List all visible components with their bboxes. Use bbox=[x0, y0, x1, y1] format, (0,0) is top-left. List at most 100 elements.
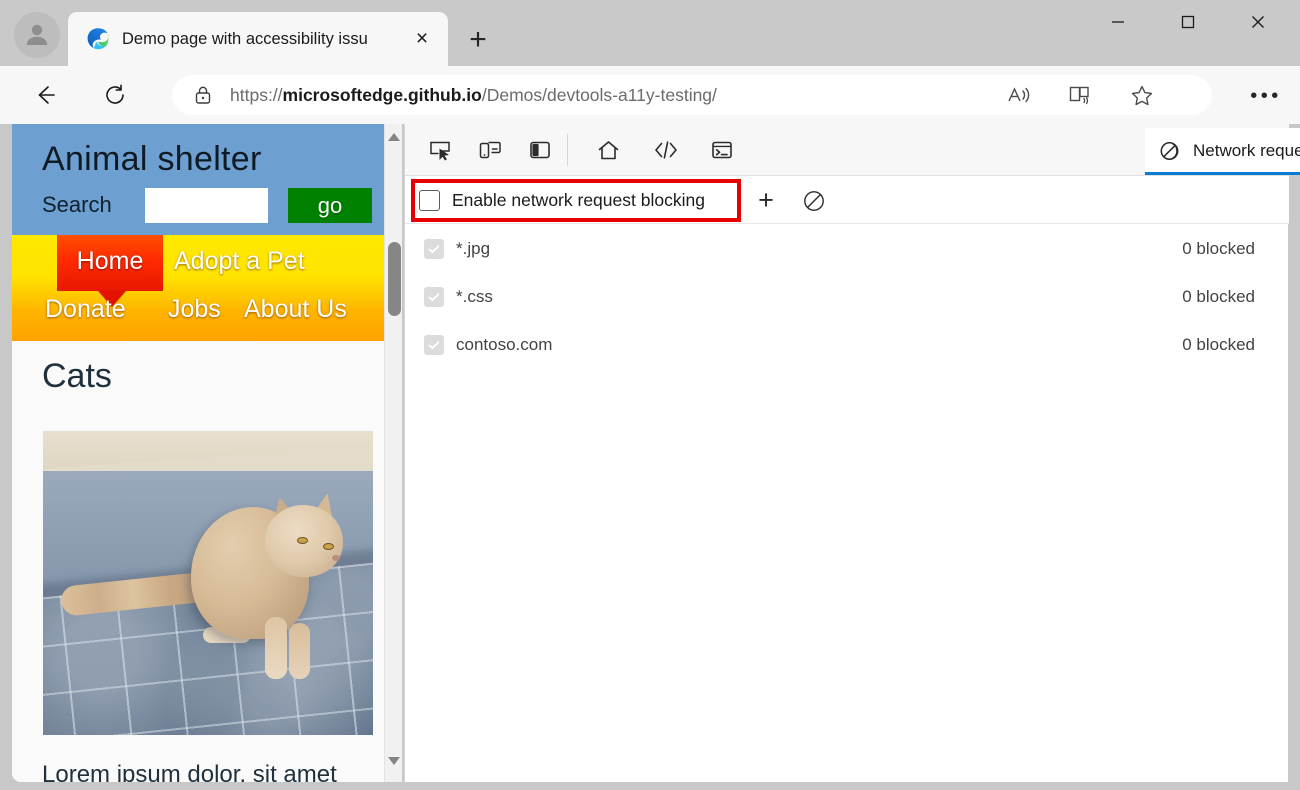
pattern-blocked-count: 0 blocked bbox=[1182, 239, 1255, 259]
cat-front-leg-right bbox=[289, 623, 310, 679]
close-icon bbox=[1249, 13, 1267, 31]
read-aloud-icon bbox=[1006, 84, 1032, 106]
immersive-reader-icon bbox=[1068, 84, 1094, 106]
nav-item-jobs[interactable]: Jobs bbox=[168, 295, 221, 324]
nav-item-home-label: Home bbox=[57, 247, 163, 276]
page-body-text: Lorem ipsum dolor, sit amet bbox=[42, 761, 337, 782]
pattern-enabled-checkbox[interactable] bbox=[424, 335, 444, 355]
pattern-blocked-count: 0 blocked bbox=[1182, 287, 1255, 307]
nav-item-about-us[interactable]: About Us bbox=[244, 295, 347, 324]
maximize-icon bbox=[1179, 13, 1197, 31]
devtools-panel: Network request blocking + ••• bbox=[404, 124, 1288, 782]
pattern-text: contoso.com bbox=[456, 335, 552, 355]
network-request-blocking-toolbar: Enable network request blocking + bbox=[405, 176, 1289, 224]
home-icon bbox=[596, 138, 621, 163]
web-page-content: Animal shelter Search go Home Adopt a Pe… bbox=[12, 124, 384, 782]
table-row[interactable]: *.css 0 blocked bbox=[405, 273, 1289, 321]
nav-item-donate[interactable]: Donate bbox=[45, 295, 126, 324]
tab-strip: Demo page with accessibility issu × + bbox=[0, 0, 1300, 66]
checkmark-icon bbox=[427, 338, 441, 352]
scroll-down-button[interactable] bbox=[385, 752, 402, 770]
back-button[interactable] bbox=[28, 77, 64, 113]
add-pattern-button[interactable]: + bbox=[751, 186, 781, 214]
scroll-down-arrow-icon bbox=[387, 756, 401, 766]
table-row[interactable]: *.jpg 0 blocked bbox=[405, 225, 1289, 273]
person-avatar-icon bbox=[22, 20, 52, 50]
cat-nose bbox=[332, 555, 340, 561]
search-go-button[interactable]: go bbox=[288, 188, 372, 223]
pattern-blocked-count: 0 blocked bbox=[1182, 335, 1255, 355]
read-aloud-button[interactable] bbox=[1001, 84, 1037, 106]
enable-network-request-blocking-row[interactable]: Enable network request blocking bbox=[419, 185, 705, 215]
devtools-tab-network-request-blocking[interactable]: Network request blocking bbox=[1145, 128, 1300, 175]
url-path: /Demos/devtools-a11y-testing/ bbox=[482, 85, 717, 105]
scrollbar-thumb[interactable] bbox=[388, 242, 401, 316]
site-title: Animal shelter bbox=[42, 140, 262, 179]
pattern-enabled-checkbox[interactable] bbox=[424, 239, 444, 259]
reload-icon bbox=[102, 82, 128, 108]
inspect-element-button[interactable] bbox=[423, 135, 457, 165]
page-heading-cats: Cats bbox=[42, 357, 112, 396]
browser-tab[interactable]: Demo page with accessibility issu × bbox=[68, 12, 448, 66]
window-maximize-button[interactable] bbox=[1162, 0, 1214, 44]
checkmark-icon bbox=[427, 242, 441, 256]
enable-network-request-blocking-checkbox[interactable] bbox=[419, 190, 440, 211]
minimize-icon bbox=[1109, 13, 1127, 31]
url-text: https://microsoftedge.github.io/Demos/de… bbox=[230, 82, 717, 108]
pattern-enabled-checkbox[interactable] bbox=[424, 287, 444, 307]
elements-tool-button[interactable] bbox=[649, 135, 683, 165]
url-domain: microsoftedge.github.io bbox=[283, 85, 482, 105]
blocked-patterns-list: *.jpg 0 blocked *.css 0 blocked bbox=[405, 225, 1289, 369]
immersive-reader-button[interactable] bbox=[1063, 84, 1099, 106]
cat-photo bbox=[43, 431, 373, 735]
pattern-text: *.jpg bbox=[456, 239, 490, 259]
devtools-tab-label: Network request blocking bbox=[1193, 139, 1300, 163]
elements-code-icon bbox=[653, 138, 679, 162]
console-terminal-icon bbox=[710, 138, 734, 162]
dock-side-button[interactable] bbox=[523, 135, 557, 165]
search-input[interactable] bbox=[145, 188, 268, 223]
lock-icon bbox=[192, 84, 214, 106]
tab-close-button[interactable]: × bbox=[408, 25, 436, 53]
address-bar[interactable]: https://microsoftedge.github.io/Demos/de… bbox=[172, 75, 1212, 115]
remove-all-patterns-button[interactable] bbox=[801, 188, 827, 214]
device-emulation-icon bbox=[478, 138, 502, 162]
back-arrow-icon bbox=[33, 82, 59, 108]
window-close-button[interactable] bbox=[1232, 0, 1284, 44]
browser-settings-more-button[interactable]: ••• bbox=[1246, 86, 1286, 106]
dock-side-icon bbox=[528, 138, 552, 162]
pattern-text: *.css bbox=[456, 287, 493, 307]
nav-item-adopt-a-pet[interactable]: Adopt a Pet bbox=[174, 247, 305, 276]
site-navigation: Home Adopt a Pet Donate Jobs About Us bbox=[12, 235, 384, 341]
device-emulation-button[interactable] bbox=[473, 135, 507, 165]
scroll-up-arrow-icon bbox=[387, 132, 401, 142]
toolbar-divider bbox=[567, 134, 568, 166]
tab-title: Demo page with accessibility issu bbox=[122, 26, 412, 52]
search-label: Search bbox=[42, 192, 112, 218]
remove-all-patterns-icon bbox=[802, 189, 826, 213]
window-minimize-button[interactable] bbox=[1092, 0, 1144, 44]
cat-eye-right bbox=[323, 543, 334, 550]
console-tool-button[interactable] bbox=[705, 135, 739, 165]
new-tab-button[interactable]: + bbox=[462, 24, 494, 56]
profile-avatar[interactable] bbox=[14, 12, 60, 58]
scroll-up-button[interactable] bbox=[385, 128, 402, 146]
reload-button[interactable] bbox=[97, 77, 133, 113]
enable-network-request-blocking-label: Enable network request blocking bbox=[452, 190, 705, 211]
inspect-element-icon bbox=[428, 138, 452, 162]
devtools-toolbar: Network request blocking + ••• bbox=[405, 124, 1289, 176]
page-scrollbar[interactable] bbox=[384, 124, 402, 782]
site-header: Animal shelter Search go bbox=[12, 124, 384, 235]
cat-front-leg-left bbox=[265, 617, 287, 679]
table-row[interactable]: contoso.com 0 blocked bbox=[405, 321, 1289, 369]
edge-logo-icon bbox=[86, 27, 110, 51]
browser-window: Demo page with accessibility issu × + bbox=[0, 0, 1300, 790]
url-prefix: https:// bbox=[230, 85, 283, 105]
cat-eye-left bbox=[297, 537, 308, 544]
network-request-blocking-icon bbox=[1159, 140, 1181, 162]
checkmark-icon bbox=[427, 290, 441, 304]
add-favorite-button[interactable] bbox=[1124, 84, 1160, 106]
nav-item-home[interactable]: Home bbox=[57, 235, 163, 291]
star-icon bbox=[1130, 84, 1154, 107]
devtools-home-button[interactable] bbox=[591, 135, 625, 165]
